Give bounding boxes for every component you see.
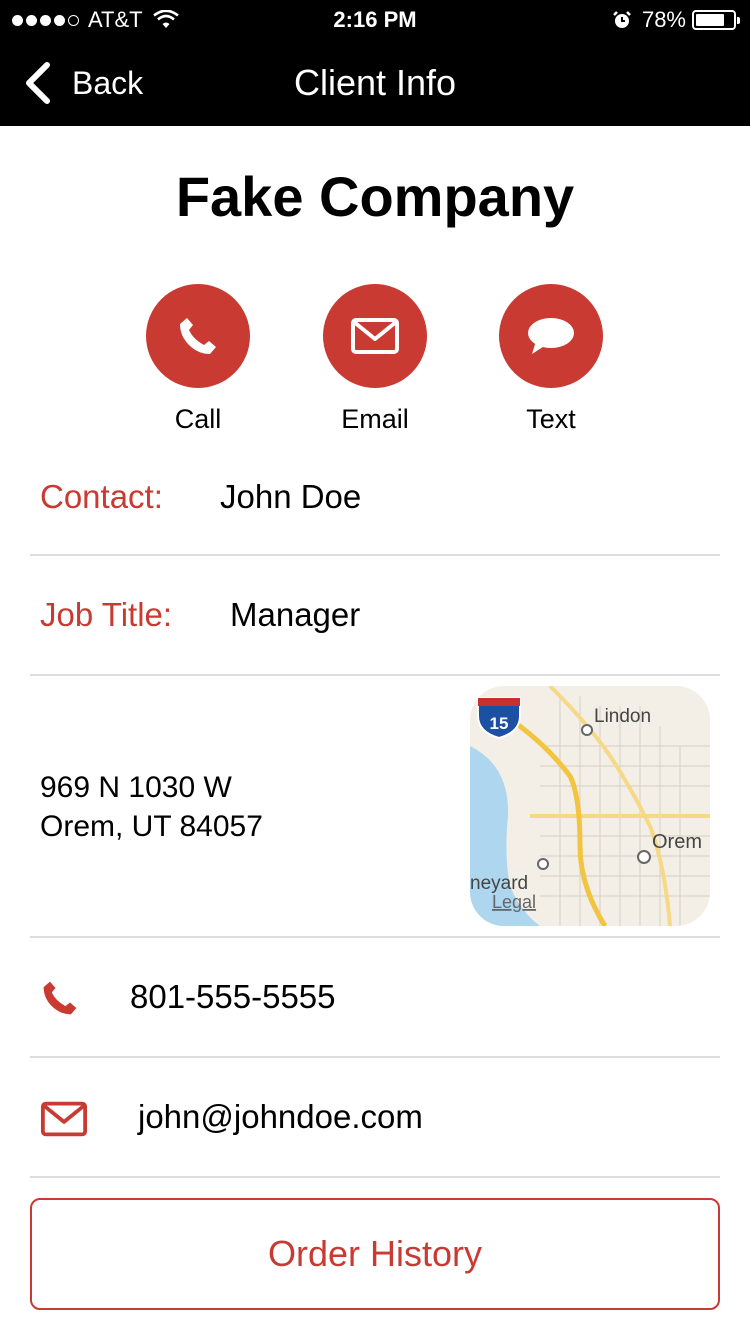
contact-value: John Doe (220, 478, 362, 515)
vineyard-label: neyard (470, 873, 528, 894)
address-row: 969 N 1030 W Orem, UT 84057 15 Lindon Or… (30, 676, 720, 938)
shield-number: 15 (490, 714, 509, 733)
email-label: Email (341, 404, 409, 434)
map-thumbnail[interactable]: 15 Lindon Orem neyard Legal (470, 686, 710, 926)
orem-label: Orem (652, 831, 702, 853)
text-button-circle (499, 284, 603, 388)
email-button[interactable]: Email (295, 284, 455, 435)
phone-icon (43, 981, 77, 1015)
call-button-circle (146, 284, 250, 388)
action-buttons: Call Email Text (0, 284, 750, 444)
job-title-label: Job Title: (40, 596, 173, 633)
back-label: Back (72, 64, 144, 101)
battery-percent: 78% (641, 7, 686, 32)
contact-row: Contact: John Doe (30, 462, 720, 556)
lindon-label: Lindon (594, 706, 651, 727)
envelope-icon (40, 1101, 88, 1137)
back-button[interactable]: Back (22, 58, 143, 108)
alarm-icon (613, 11, 631, 28)
contact-label: Contact: (40, 478, 163, 515)
call-button[interactable]: Call (118, 284, 278, 435)
text-label: Text (526, 404, 576, 434)
status-bar: AT&T 2:16 PM 78% (0, 0, 750, 40)
phone-row[interactable]: 801-555-5555 (30, 938, 720, 1058)
status-right: 78% (612, 7, 740, 33)
address-line-2: Orem, UT 84057 (40, 810, 263, 843)
lindon-marker (581, 724, 593, 736)
call-label: Call (174, 404, 222, 434)
map-graphic: 15 Lindon Orem neyard Legal (470, 686, 710, 926)
job-title-row: Job Title: Manager (30, 556, 720, 676)
email-row[interactable]: john@johndoe.com (30, 1058, 720, 1178)
battery-icon (692, 10, 740, 30)
company-name: Fake Company (175, 165, 575, 228)
order-history-button[interactable]: Order History (30, 1198, 720, 1310)
orem-marker (637, 850, 651, 864)
phone-icon (180, 318, 216, 354)
legal-link: Legal (492, 892, 536, 912)
navigation-bar: Back Client Info (0, 40, 750, 126)
envelope-icon (351, 318, 399, 354)
battery-fill (696, 14, 725, 26)
email-value: john@johndoe.com (138, 1098, 423, 1135)
text-button[interactable]: Text (471, 284, 631, 435)
battery-tip (737, 17, 740, 24)
job-title-value: Manager (230, 596, 361, 633)
chat-bubble-icon (528, 318, 574, 354)
phone-value: 801-555-5555 (130, 978, 336, 1015)
vineyard-marker (537, 858, 549, 870)
email-button-circle (323, 284, 427, 388)
address: 969 N 1030 W Orem, UT 84057 (40, 768, 263, 846)
chevron-left-icon (26, 62, 50, 104)
address-line-1: 969 N 1030 W (40, 771, 232, 804)
